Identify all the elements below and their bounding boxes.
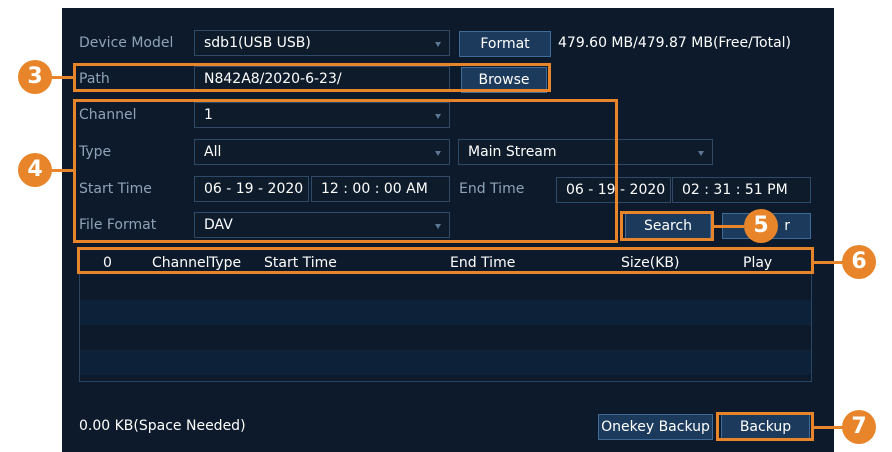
callout-6-badge: 6 <box>842 245 876 279</box>
callout-5-badge: 5 <box>744 209 778 243</box>
callout-7-badge: 7 <box>842 410 876 444</box>
callout-4-badge: 4 <box>18 153 52 187</box>
path-highlight <box>73 63 551 92</box>
onekey-backup-button[interactable]: Onekey Backup <box>598 414 713 440</box>
end-time-value: 02 : 31 : 51 PM <box>682 182 788 198</box>
device-model-label: Device Model <box>79 35 174 51</box>
format-button[interactable]: Format <box>459 31 551 57</box>
end-time-field[interactable]: 02 : 31 : 51 PM <box>672 177 811 203</box>
search-highlight <box>620 211 714 241</box>
space-needed-text: 0.00 KB(Space Needed) <box>79 418 246 434</box>
device-model-value: sdb1(USB USB) <box>204 35 311 51</box>
table-header-highlight <box>77 247 814 274</box>
callout-3-connector <box>50 76 73 79</box>
capacity-text: 479.60 MB/479.87 MB(Free/Total) <box>558 35 792 51</box>
callout-5-connector <box>714 225 744 228</box>
callout-7-connector <box>814 426 844 429</box>
device-model-dropdown[interactable]: sdb1(USB USB) <box>194 30 450 56</box>
backup-highlight <box>716 412 814 441</box>
callout-4-connector <box>50 169 73 172</box>
filter-highlight <box>73 99 618 243</box>
callout-3-badge: 3 <box>18 60 52 94</box>
callout-6-connector <box>814 261 844 264</box>
